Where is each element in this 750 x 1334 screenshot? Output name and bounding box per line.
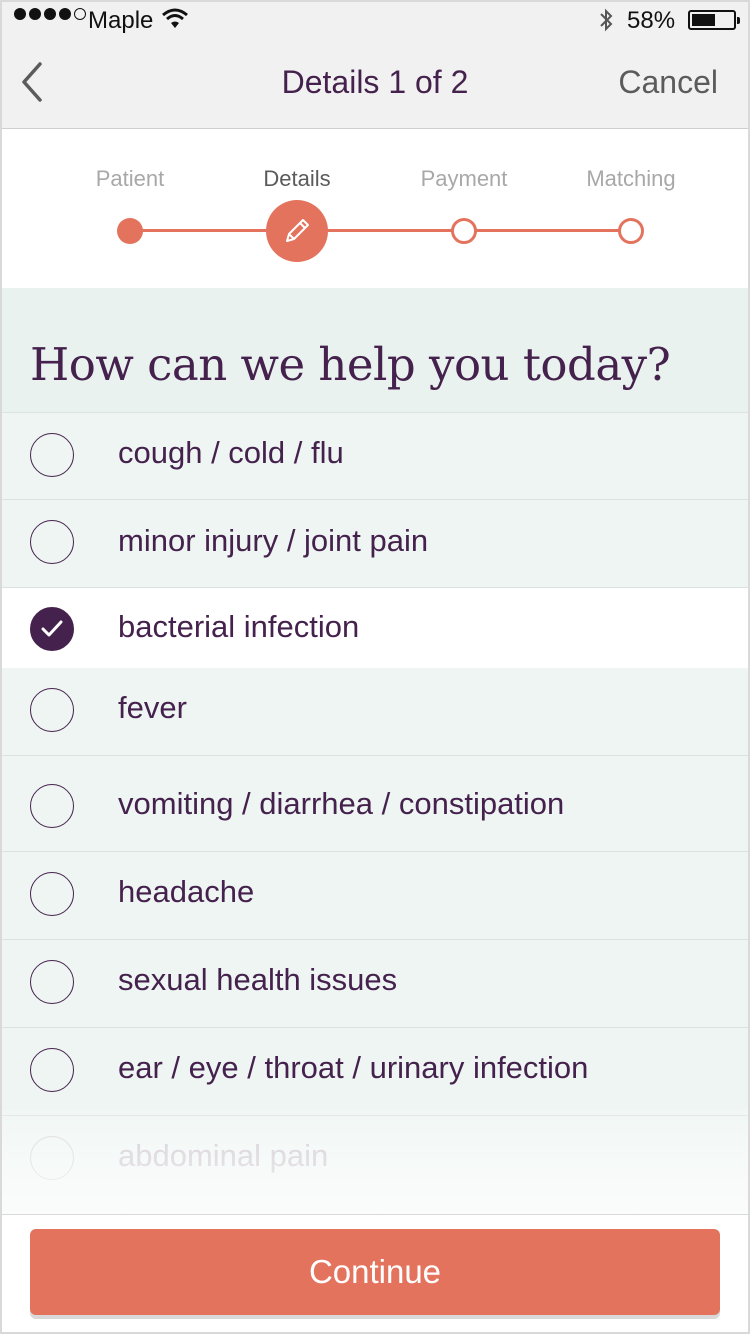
option-vomiting[interactable]: vomiting / diarrhea / constipation (0, 756, 750, 852)
option-label: ear / eye / throat / urinary infection (118, 1050, 589, 1085)
checkmark-icon (41, 620, 63, 637)
navigation-bar: Details 1 of 2 Cancel (0, 40, 750, 129)
radio-unchecked-icon[interactable] (30, 520, 74, 564)
carrier-name: Maple (88, 7, 154, 34)
step-label-patient: Patient (95, 166, 165, 191)
battery-percent: 58% (627, 7, 676, 34)
footer: Continue (0, 1214, 750, 1334)
option-label: minor injury / joint pain (118, 523, 429, 558)
step-label-matching: Matching (586, 166, 676, 191)
battery-fill (692, 14, 715, 26)
step-dot-payment (451, 218, 477, 244)
option-ear-eye-throat[interactable]: ear / eye / throat / urinary infection (0, 1028, 750, 1116)
step-label-details: Details (263, 166, 331, 191)
stepper-track (130, 229, 630, 232)
battery-icon (688, 10, 740, 30)
step-dot-details (266, 200, 328, 262)
option-label: sexual health issues (118, 962, 398, 997)
question-title: How can we help you today? (30, 338, 671, 391)
option-label: fever (118, 690, 187, 725)
option-fever[interactable]: fever (0, 668, 750, 756)
cancel-button[interactable]: Cancel (618, 64, 718, 101)
option-label: vomiting / diarrhea / constipation (118, 786, 565, 821)
radio-unchecked-icon[interactable] (30, 433, 74, 477)
option-headache[interactable]: headache (0, 852, 750, 940)
radio-unchecked-icon[interactable] (30, 688, 74, 732)
continue-button[interactable]: Continue (30, 1229, 720, 1315)
radio-unchecked-icon[interactable] (30, 1048, 74, 1092)
step-label-payment: Payment (420, 166, 508, 191)
step-dot-patient (117, 218, 143, 244)
step-dot-matching (618, 218, 644, 244)
option-abdominal-pain[interactable]: abdominal pain (0, 1116, 750, 1214)
option-label: headache (118, 874, 255, 909)
wifi-icon (162, 8, 188, 28)
radio-unchecked-icon[interactable] (30, 960, 74, 1004)
option-sexual-health[interactable]: sexual health issues (0, 940, 750, 1028)
radio-unchecked-icon[interactable] (30, 872, 74, 916)
status-bar: Maple 58% (0, 0, 750, 40)
bluetooth-icon (600, 8, 613, 32)
option-label: abdominal pain (118, 1138, 329, 1173)
radio-unchecked-icon[interactable] (30, 784, 74, 828)
option-label: bacterial infection (118, 609, 360, 644)
question-header: How can we help you today? (0, 288, 750, 413)
radio-unchecked-icon[interactable] (30, 1136, 74, 1180)
option-cough-cold-flu[interactable]: cough / cold / flu (0, 413, 750, 500)
signal-strength-icon (14, 8, 86, 20)
option-minor-injury[interactable]: minor injury / joint pain (0, 500, 750, 588)
progress-stepper: Patient Details Payment Matching (0, 130, 750, 288)
option-bacterial-infection[interactable]: bacterial infection (0, 588, 750, 668)
pencil-icon (286, 219, 309, 242)
option-label: cough / cold / flu (118, 435, 344, 470)
radio-checked-icon[interactable] (30, 607, 74, 651)
